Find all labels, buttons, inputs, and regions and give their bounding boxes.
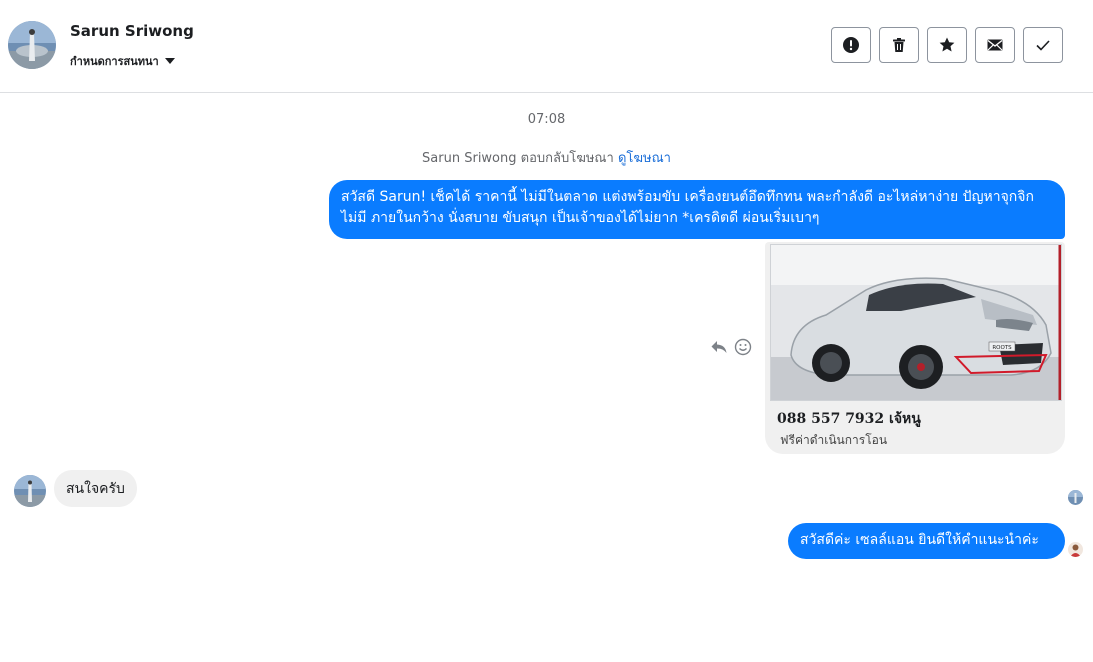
star-button[interactable] — [927, 27, 967, 63]
conversation-settings-label: กำหนดการสนทนา — [70, 55, 159, 68]
conversation-header: Sarun Sriwong กำหนดการสนทนา — [0, 0, 1093, 93]
outgoing-message[interactable]: สวัสดี Sarun! เช็คได้ ราคานี้ ไม่มีในตลา… — [329, 180, 1065, 239]
message-timestamp: 07:08 — [527, 112, 566, 127]
envelope-icon — [987, 39, 1003, 51]
message-actions — [710, 338, 752, 356]
reply-icon[interactable] — [710, 338, 728, 356]
ad-reply-text: Sarun Sriwong ตอบกลับโฆษณา — [422, 151, 614, 166]
exclamation-icon — [843, 37, 859, 53]
message-text: สนใจครับ — [66, 481, 125, 497]
delete-button[interactable] — [879, 27, 919, 63]
emoji-reaction-icon[interactable] — [734, 338, 752, 356]
ad-reply-notice: Sarun Sriwong ตอบกลับโฆษณา ดูโฆษณา — [0, 147, 1093, 168]
conversation-toolbar — [831, 27, 1063, 63]
incoming-message[interactable]: สนใจครับ — [54, 470, 137, 507]
chevron-down-icon — [164, 58, 175, 64]
customer-avatar[interactable] — [14, 475, 46, 507]
trash-icon — [893, 38, 905, 52]
outgoing-message[interactable]: สวัสดีค่ะ เซลล์แอน ยินดีให้คำแนะนำค่ะ — [788, 523, 1065, 559]
ad-card[interactable]: ROOTS 088 557 7932 เจ้หนู ฟรีค่าดำเนินกา… — [765, 242, 1065, 454]
star-icon — [939, 37, 955, 52]
message-text: สวัสดีค่ะ เซลล์แอน ยินดีให้คำแนะนำค่ะ — [800, 532, 1039, 548]
mark-done-button[interactable] — [1023, 27, 1063, 63]
contact-name[interactable]: Sarun Sriwong — [70, 22, 194, 40]
view-ad-link[interactable]: ดูโฆษณา — [618, 151, 671, 166]
ad-title: 088 557 7932 เจ้หนู — [777, 411, 921, 427]
car-image: ROOTS — [770, 244, 1062, 401]
license-plate-text: ROOTS — [992, 345, 1012, 351]
ad-subtitle: ฟรีค่าดำเนินการโอน — [780, 433, 888, 447]
conversation-settings-dropdown[interactable]: กำหนดการสนทนา — [70, 52, 175, 70]
seen-avatar-customer — [1068, 490, 1083, 505]
contact-avatar[interactable] — [8, 21, 56, 69]
message-text: สวัสดี Sarun! เช็คได้ ราคานี้ ไม่มีในตลา… — [341, 189, 1034, 226]
mark-unread-button[interactable] — [975, 27, 1015, 63]
page-agent-avatar — [1068, 542, 1083, 557]
mark-spam-button[interactable] — [831, 27, 871, 63]
checkmark-icon — [1036, 40, 1050, 51]
